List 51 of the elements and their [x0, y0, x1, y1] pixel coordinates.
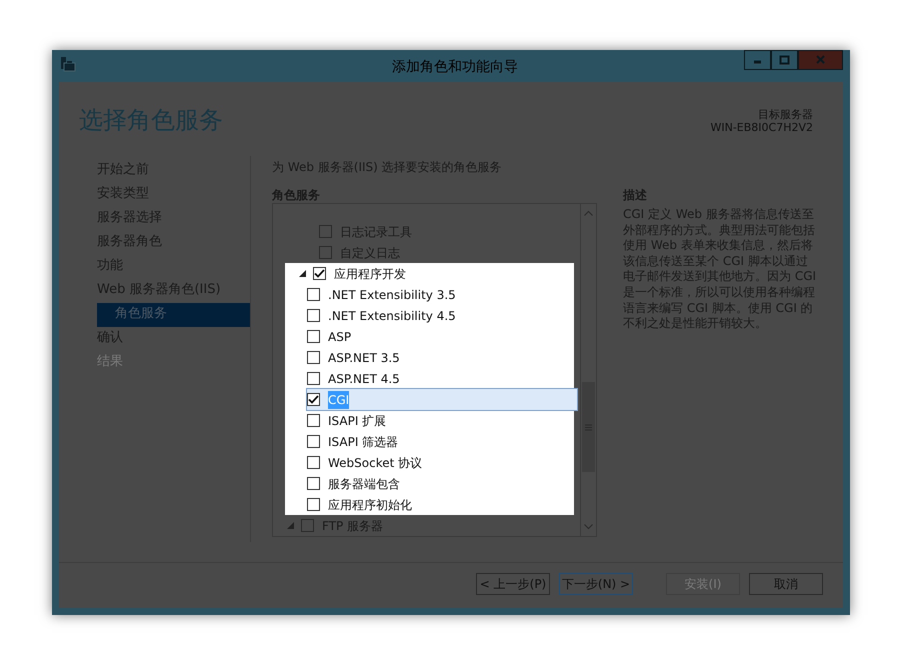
checkbox[interactable] — [307, 330, 320, 343]
item-label: .NET Extensibility 4.5 — [328, 308, 456, 324]
checkbox[interactable] — [313, 267, 326, 280]
window-title: 添加角色和功能向导 — [391, 58, 519, 77]
item-label: .NET Extensibility 3.5 — [328, 286, 456, 304]
nav-item[interactable]: 角色服务 — [97, 303, 250, 327]
checkbox[interactable] — [307, 435, 320, 448]
tree-row[interactable]: WebSocket 协议 — [307, 452, 574, 473]
checkbox[interactable] — [307, 288, 320, 301]
target-server-name: WIN-EB8I0C7H2V2 — [710, 121, 813, 134]
checkbox[interactable] — [301, 519, 314, 532]
maximize-icon — [778, 55, 791, 65]
checkbox[interactable] — [307, 498, 320, 511]
item-label: WebSocket 协议 — [328, 454, 422, 472]
tree-row[interactable]: ASP — [307, 326, 574, 347]
item-label: 应用程序开发 — [334, 266, 406, 282]
item-label: 应用程序初始化 — [328, 496, 412, 514]
item-label: CGI — [328, 390, 350, 408]
cancel-button[interactable]: 取消 — [749, 573, 823, 595]
checkbox[interactable] — [319, 225, 332, 238]
next-button[interactable]: 下一步(N) > — [559, 573, 633, 595]
previous-button[interactable]: < 上一步(P) — [476, 573, 550, 595]
tree-row[interactable]: .NET Extensibility 4.5 — [307, 305, 574, 326]
checkbox[interactable] — [307, 456, 320, 469]
tree-row[interactable]: ISAPI 筛选器 — [307, 431, 574, 452]
server-manager-icon — [60, 57, 76, 72]
tree-row[interactable]: CGI — [307, 389, 577, 410]
item-label: ASP.NET 3.5 — [328, 350, 400, 366]
checkbox[interactable] — [307, 309, 320, 322]
item-label: ISAPI 扩展 — [328, 412, 386, 430]
tree-row[interactable]: ASP.NET 3.5 — [307, 347, 574, 368]
close-icon — [814, 55, 827, 65]
item-label: ISAPI 筛选器 — [328, 434, 398, 450]
checkbox[interactable] — [319, 246, 332, 259]
checkbox[interactable] — [307, 372, 320, 385]
checkbox[interactable] — [307, 351, 320, 364]
checkbox[interactable] — [307, 414, 320, 427]
item-label: ASP.NET 4.5 — [328, 370, 400, 388]
item-label: ASP — [328, 328, 352, 346]
scrollbar[interactable] — [580, 204, 596, 536]
tree-row[interactable]: 应用程序开发 — [285, 263, 574, 284]
tree-row[interactable]: .NET Extensibility 3.5 — [307, 284, 574, 305]
tree-row[interactable]: ASP.NET 4.5 — [307, 368, 574, 389]
tree-row[interactable]: 服务器端包含 — [307, 473, 574, 494]
scroll-thumb[interactable] — [582, 382, 595, 472]
checkbox[interactable] — [307, 393, 320, 406]
target-server-label: 目标服务器 — [757, 108, 813, 121]
tree-row[interactable]: ISAPI 扩展 — [307, 410, 574, 431]
tree-row[interactable]: 应用程序初始化 — [307, 494, 574, 515]
item-label: 服务器端包含 — [328, 476, 400, 492]
checkbox[interactable] — [307, 477, 320, 490]
